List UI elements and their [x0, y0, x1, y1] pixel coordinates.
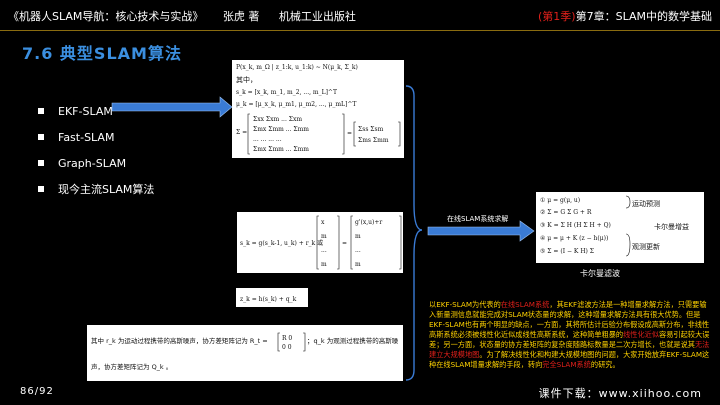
footer-download-link[interactable]: 课件下载：www.xiihoo.com [539, 385, 702, 401]
bracket-icon [405, 85, 423, 381]
highlight-text: 线性化近似 [623, 330, 660, 339]
page-number: 86/92 [20, 386, 54, 397]
online-slam-arrow-label: 在线SLAM系统求解 [447, 215, 509, 223]
description-paragraph: 以EKF-SLAM为代表的在线SLAM系统，其EKF滤波方法是一种增量求解方法，… [429, 300, 710, 369]
ekf-arrow-icon [111, 96, 233, 118]
highlight-text: 完全SLAM系统 [542, 360, 591, 369]
solve-arrow-icon [427, 220, 535, 242]
highlight-text: 在线SLAM系统 [500, 300, 550, 309]
